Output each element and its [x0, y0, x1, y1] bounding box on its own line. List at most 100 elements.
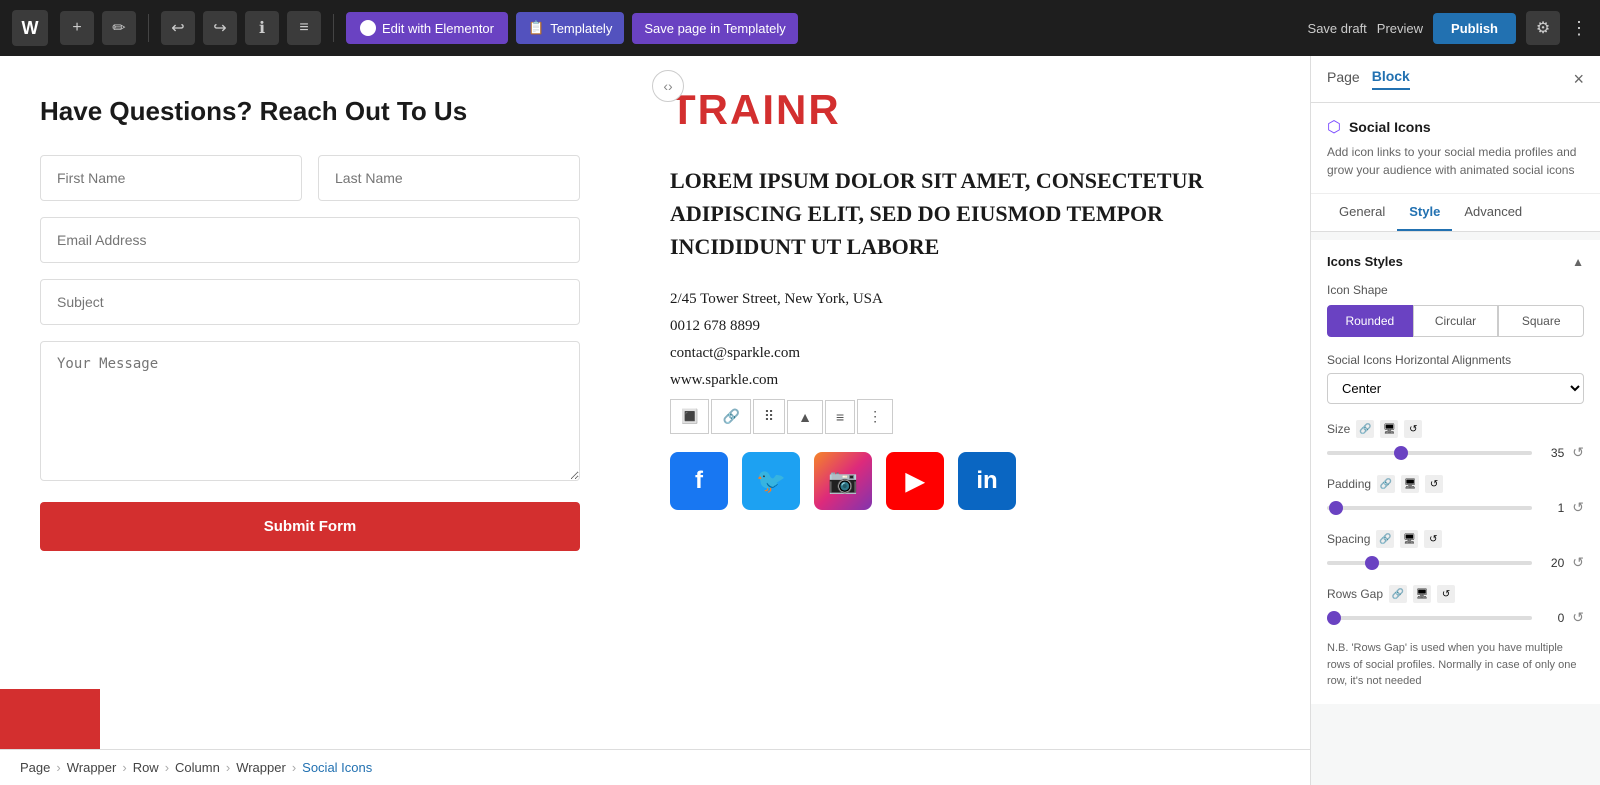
size-slider[interactable] — [1327, 451, 1532, 455]
alignment-select[interactable]: Center Left Right — [1327, 373, 1584, 404]
info-button[interactable]: ℹ — [245, 11, 279, 45]
last-name-input[interactable] — [318, 155, 580, 201]
padding-slider-row: Padding 🔗 🖥 ↺ 1 ↺ — [1327, 475, 1584, 516]
first-name-input[interactable] — [40, 155, 302, 201]
rows-gap-refresh-btn[interactable]: ↺ — [1572, 609, 1584, 626]
collapse-icon[interactable]: ▲ — [1572, 255, 1584, 269]
social-toolbar-up-btn[interactable]: ▲ — [787, 400, 823, 434]
breadcrumb: Page › Wrapper › Row › Column › Wrapper … — [0, 749, 1310, 785]
tab-page[interactable]: Page — [1327, 69, 1360, 89]
edit-elementor-button[interactable]: Edit with Elementor — [346, 12, 508, 44]
spacing-value: 20 — [1540, 556, 1564, 570]
rows-gap-label: Rows Gap — [1327, 587, 1383, 601]
section-icon-title: ⬡ Social Icons — [1327, 117, 1584, 137]
phone: 0012 678 8899 — [670, 318, 1260, 335]
rows-gap-desktop-btn[interactable]: 🖥 — [1413, 585, 1431, 603]
size-link-btn[interactable]: 🔗 — [1356, 420, 1374, 438]
youtube-icon[interactable]: ▶ — [886, 452, 944, 510]
rows-gap-link-btn[interactable]: 🔗 — [1389, 585, 1407, 603]
rows-gap-slider[interactable] — [1327, 616, 1532, 620]
spacing-label-row: Spacing 🔗 🖥 ↺ — [1327, 530, 1442, 548]
social-icons-section: ⬡ Social Icons Add icon links to your so… — [1311, 103, 1600, 194]
contact-title: Have Questions? Reach Out To Us — [40, 96, 580, 127]
preview-button[interactable]: Preview — [1377, 21, 1423, 36]
top-bar-right: Save draft Preview Publish ⚙ ⋮ — [1308, 11, 1588, 45]
tab-general[interactable]: General — [1327, 194, 1397, 231]
padding-label-row: Padding 🔗 🖥 ↺ — [1327, 475, 1443, 493]
rows-gap-reset-btn[interactable]: ↺ — [1437, 585, 1455, 603]
scroll-handle[interactable]: ‹› — [652, 70, 684, 102]
submit-button[interactable]: Submit Form — [40, 502, 580, 551]
message-textarea[interactable] — [40, 341, 580, 481]
sidebar-close-button[interactable]: × — [1573, 69, 1584, 90]
padding-slider-control: 1 ↺ — [1327, 499, 1584, 516]
rows-gap-slider-control: 0 ↺ — [1327, 609, 1584, 626]
padding-reset-btn[interactable]: ↺ — [1425, 475, 1443, 493]
breadcrumb-wrapper[interactable]: Wrapper — [67, 760, 117, 775]
tab-style[interactable]: Style — [1397, 194, 1452, 231]
size-label: Size — [1327, 422, 1350, 436]
sidebar-tabs: General Style Advanced — [1311, 194, 1600, 232]
add-button[interactable]: + — [60, 11, 94, 45]
breadcrumb-column[interactable]: Column — [175, 760, 220, 775]
social-toolbar-drag-btn[interactable]: ⠿ — [753, 399, 785, 434]
spacing-link-btn[interactable]: 🔗 — [1376, 530, 1394, 548]
social-toolbar-widget-btn[interactable]: 🔳 — [670, 399, 709, 434]
padding-value: 1 — [1540, 501, 1564, 515]
save-templately-button[interactable]: Save page in Templately — [632, 13, 797, 44]
spacing-slider-header: Spacing 🔗 🖥 ↺ — [1327, 530, 1584, 548]
linkedin-icon[interactable]: in — [958, 452, 1016, 510]
redo-button[interactable]: ↪ — [203, 11, 237, 45]
name-row — [40, 155, 580, 201]
top-bar: W + ✏ ↩ ↪ ℹ ≡ Edit with Elementor 📋 Temp… — [0, 0, 1600, 56]
size-label-row: Size 🔗 🖥 ↺ — [1327, 420, 1422, 438]
pencil-button[interactable]: ✏ — [102, 11, 136, 45]
padding-link-btn[interactable]: 🔗 — [1377, 475, 1395, 493]
square-button[interactable]: Square — [1498, 305, 1584, 337]
breadcrumb-row[interactable]: Row — [133, 760, 159, 775]
social-toolbar-align-btn[interactable]: ≡ — [825, 400, 855, 434]
spacing-reset-btn[interactable]: ↺ — [1424, 530, 1442, 548]
spacing-slider[interactable] — [1327, 561, 1532, 565]
breadcrumb-page[interactable]: Page — [20, 760, 50, 775]
icons-styles-panel: Icons Styles ▲ Icon Shape Rounded Circul… — [1311, 240, 1600, 704]
social-toolbar: 🔳 🔗 ⠿ ▲ ≡ ⋮ — [670, 399, 1260, 434]
tab-advanced[interactable]: Advanced — [1452, 194, 1534, 231]
social-toolbar-link-btn[interactable]: 🔗 — [711, 399, 750, 434]
size-desktop-btn[interactable]: 🖥 — [1380, 420, 1398, 438]
canvas-content: Have Questions? Reach Out To Us Submit F… — [0, 56, 1310, 749]
size-reset-btn[interactable]: ↺ — [1404, 420, 1422, 438]
tab-block[interactable]: Block — [1372, 68, 1410, 90]
publish-button[interactable]: Publish — [1433, 13, 1516, 44]
instagram-icon[interactable]: 📷 — [814, 452, 872, 510]
templately-icon: 📋 — [528, 20, 544, 36]
grid-button[interactable]: ≡ — [287, 11, 321, 45]
templately-button[interactable]: 📋 Templately — [516, 12, 624, 44]
right-sidebar: Page Block × ⬡ Social Icons Add icon lin… — [1310, 56, 1600, 785]
rounded-button[interactable]: Rounded — [1327, 305, 1413, 337]
settings-button[interactable]: ⚙ — [1526, 11, 1560, 45]
circular-button[interactable]: Circular — [1413, 305, 1499, 337]
padding-refresh-btn[interactable]: ↺ — [1572, 499, 1584, 516]
size-slider-control: 35 ↺ — [1327, 444, 1584, 461]
undo-button[interactable]: ↩ — [161, 11, 195, 45]
size-slider-header: Size 🔗 🖥 ↺ — [1327, 420, 1584, 438]
breadcrumb-wrapper2[interactable]: Wrapper — [236, 760, 286, 775]
twitter-icon[interactable]: 🐦 — [742, 452, 800, 510]
wp-logo: W — [12, 10, 48, 46]
padding-slider[interactable] — [1327, 506, 1532, 510]
more-options-button[interactable]: ⋮ — [1570, 18, 1588, 39]
facebook-icon[interactable]: f — [670, 452, 728, 510]
subject-input[interactable] — [40, 279, 580, 325]
social-toolbar-more-btn[interactable]: ⋮ — [857, 399, 893, 434]
size-value: 35 — [1540, 446, 1564, 460]
spacing-refresh-btn[interactable]: ↺ — [1572, 554, 1584, 571]
email-input[interactable] — [40, 217, 580, 263]
save-draft-button[interactable]: Save draft — [1308, 21, 1367, 36]
breadcrumb-sep-1: › — [56, 760, 60, 775]
breadcrumb-social-icons[interactable]: Social Icons — [302, 760, 372, 775]
padding-desktop-btn[interactable]: 🖥 — [1401, 475, 1419, 493]
spacing-desktop-btn[interactable]: 🖥 — [1400, 530, 1418, 548]
size-refresh-btn[interactable]: ↺ — [1572, 444, 1584, 461]
main-layout: Have Questions? Reach Out To Us Submit F… — [0, 56, 1600, 785]
